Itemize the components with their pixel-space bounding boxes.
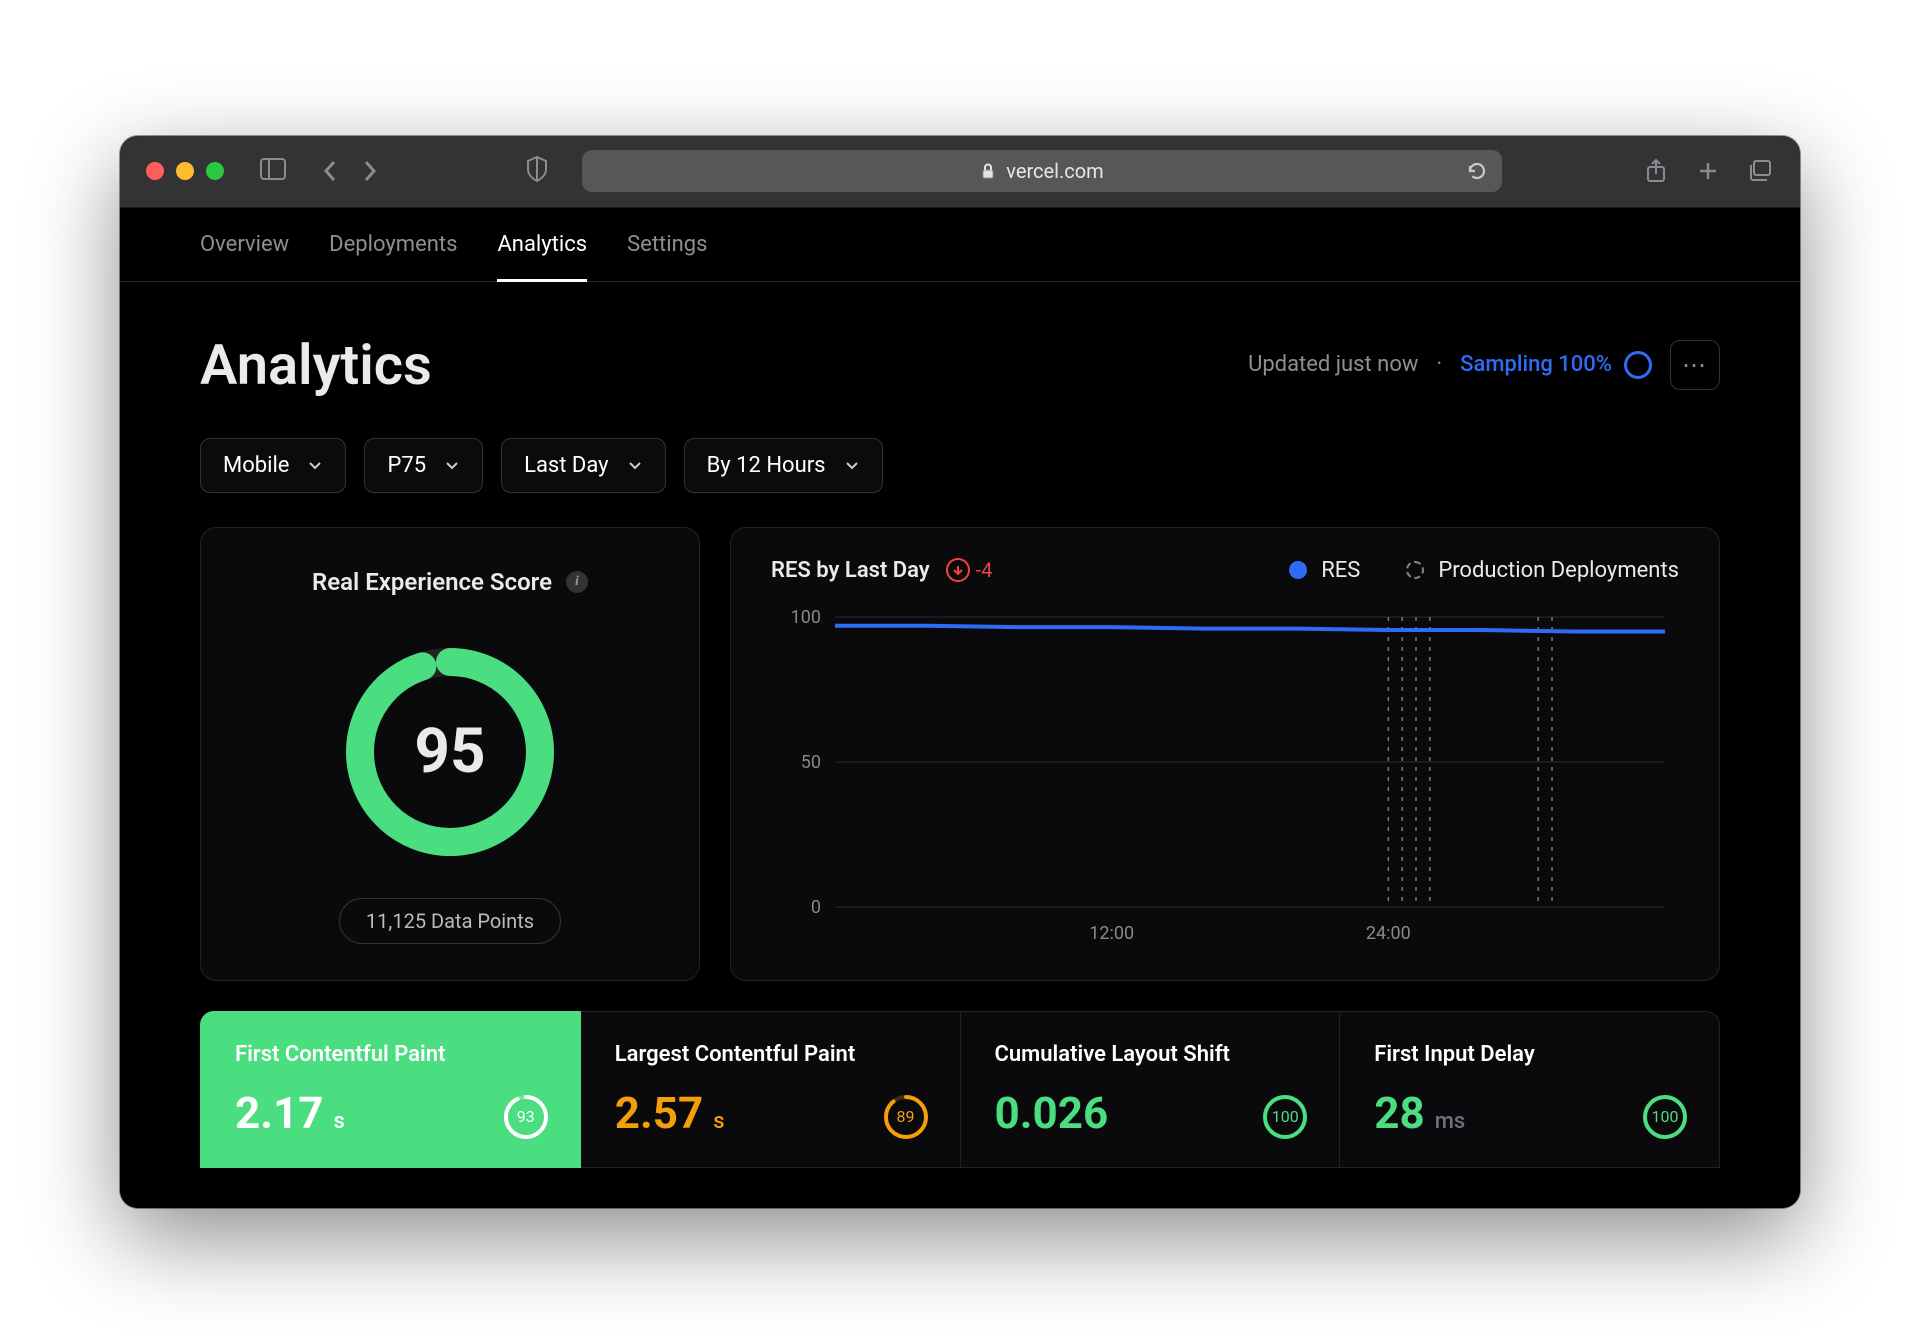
legend-deploy-swatch bbox=[1406, 561, 1424, 579]
metric-unit: s bbox=[713, 1109, 724, 1134]
metric-name: First Contentful Paint bbox=[235, 1042, 546, 1067]
url-bar[interactable]: vercel.com bbox=[582, 150, 1502, 192]
metric-tile-2[interactable]: Cumulative Layout Shift 0.026 100 bbox=[961, 1011, 1341, 1168]
browser-window: vercel.com Overview Deployments Analytic… bbox=[120, 136, 1800, 1208]
res-score-card: Real Experience Score i 95 11,125 Data P… bbox=[200, 527, 700, 981]
metric-unit: s bbox=[334, 1109, 345, 1134]
svg-text:12:00: 12:00 bbox=[1089, 923, 1134, 944]
forward-button[interactable] bbox=[354, 155, 386, 187]
percentile-filter[interactable]: P75 bbox=[364, 438, 483, 493]
tab-overview[interactable]: Overview bbox=[200, 232, 289, 281]
lock-icon bbox=[980, 163, 996, 179]
chevron-down-icon bbox=[844, 457, 860, 473]
svg-text:24:00: 24:00 bbox=[1366, 923, 1411, 944]
updated-label: Updated just now bbox=[1248, 352, 1418, 377]
url-host: vercel.com bbox=[1006, 159, 1103, 183]
page-content: Overview Deployments Analytics Settings … bbox=[120, 208, 1800, 1208]
metric-score-value: 100 bbox=[1641, 1093, 1689, 1141]
sidebar-toggle-icon[interactable] bbox=[260, 158, 286, 184]
metric-score-value: 100 bbox=[1261, 1093, 1309, 1141]
share-icon[interactable] bbox=[1642, 157, 1670, 185]
minimize-window-button[interactable] bbox=[176, 162, 194, 180]
metric-tile-0[interactable]: First Contentful Paint 2.17 s 93 bbox=[200, 1011, 581, 1168]
metric-unit: ms bbox=[1435, 1109, 1466, 1134]
separator-dot: · bbox=[1436, 352, 1442, 377]
metric-score-ring: 100 bbox=[1641, 1093, 1689, 1141]
metric-score-value: 89 bbox=[882, 1093, 930, 1141]
legend-deploy-label: Production Deployments bbox=[1438, 558, 1679, 583]
chevron-down-icon bbox=[307, 457, 323, 473]
res-delta-value: -4 bbox=[976, 558, 993, 582]
filter-bar: Mobile P75 Last Day By 12 Hours bbox=[120, 438, 1800, 527]
bucket-filter-value: By 12 Hours bbox=[707, 453, 826, 478]
metric-value: 28 bbox=[1374, 1087, 1425, 1139]
privacy-shield-icon[interactable] bbox=[526, 156, 548, 186]
tab-deployments[interactable]: Deployments bbox=[329, 232, 457, 281]
info-icon[interactable]: i bbox=[566, 571, 588, 593]
more-options-button[interactable]: ⋯ bbox=[1670, 340, 1720, 390]
metric-name: Largest Contentful Paint bbox=[615, 1042, 926, 1067]
res-score-title: Real Experience Score bbox=[312, 568, 552, 596]
res-delta: -4 bbox=[946, 558, 993, 582]
res-score-value: 95 bbox=[340, 642, 560, 862]
sampling-link[interactable]: Sampling 100% bbox=[1460, 351, 1652, 379]
res-line-chart: 0 50 100 12:00 24:00 bbox=[771, 607, 1679, 947]
legend-res-label: RES bbox=[1321, 558, 1360, 583]
browser-toolbar: vercel.com bbox=[120, 136, 1800, 208]
svg-text:0: 0 bbox=[811, 897, 821, 918]
new-tab-icon[interactable] bbox=[1694, 157, 1722, 185]
page-title: Analytics bbox=[200, 332, 432, 398]
bucket-filter[interactable]: By 12 Hours bbox=[684, 438, 883, 493]
chevron-down-icon bbox=[444, 457, 460, 473]
legend-res-swatch bbox=[1289, 561, 1307, 579]
page-header: Analytics Updated just now · Sampling 10… bbox=[120, 282, 1800, 438]
metric-tile-1[interactable]: Largest Contentful Paint 2.57 s 89 bbox=[581, 1011, 961, 1168]
res-chart-title: RES by Last Day bbox=[771, 558, 930, 583]
metrics-row: First Contentful Paint 2.17 s 93 Largest… bbox=[120, 981, 1800, 1168]
sampling-ring-icon bbox=[1624, 351, 1652, 379]
res-gauge: 95 bbox=[340, 642, 560, 862]
device-filter[interactable]: Mobile bbox=[200, 438, 346, 493]
range-filter[interactable]: Last Day bbox=[501, 438, 665, 493]
metric-tile-3[interactable]: First Input Delay 28 ms 100 bbox=[1340, 1011, 1720, 1168]
sampling-label: Sampling 100% bbox=[1460, 352, 1612, 377]
metric-name: First Input Delay bbox=[1374, 1042, 1685, 1067]
data-points-pill[interactable]: 11,125 Data Points bbox=[339, 898, 561, 944]
arrow-down-icon bbox=[946, 558, 970, 582]
metric-score-ring: 89 bbox=[882, 1093, 930, 1141]
metric-score-ring: 100 bbox=[1261, 1093, 1309, 1141]
tabs-overview-icon[interactable] bbox=[1746, 157, 1774, 185]
tab-settings[interactable]: Settings bbox=[627, 232, 707, 281]
metric-score-ring: 93 bbox=[502, 1093, 550, 1141]
tab-analytics[interactable]: Analytics bbox=[497, 232, 587, 282]
range-filter-value: Last Day bbox=[524, 453, 608, 478]
chevron-down-icon bbox=[627, 457, 643, 473]
metric-value: 0.026 bbox=[995, 1087, 1109, 1139]
metric-value: 2.17 bbox=[235, 1087, 324, 1139]
device-filter-value: Mobile bbox=[223, 453, 289, 478]
metric-value: 2.57 bbox=[615, 1087, 704, 1139]
nav-tabs: Overview Deployments Analytics Settings bbox=[120, 208, 1800, 282]
svg-text:100: 100 bbox=[791, 607, 821, 628]
percentile-filter-value: P75 bbox=[387, 453, 426, 478]
metric-score-value: 93 bbox=[502, 1093, 550, 1141]
maximize-window-button[interactable] bbox=[206, 162, 224, 180]
back-button[interactable] bbox=[314, 155, 346, 187]
res-chart-card: RES by Last Day -4 RES Production Deploy… bbox=[730, 527, 1720, 981]
reload-icon[interactable] bbox=[1466, 160, 1488, 182]
window-controls bbox=[146, 162, 224, 180]
close-window-button[interactable] bbox=[146, 162, 164, 180]
metric-name: Cumulative Layout Shift bbox=[995, 1042, 1306, 1067]
svg-text:50: 50 bbox=[801, 752, 821, 773]
